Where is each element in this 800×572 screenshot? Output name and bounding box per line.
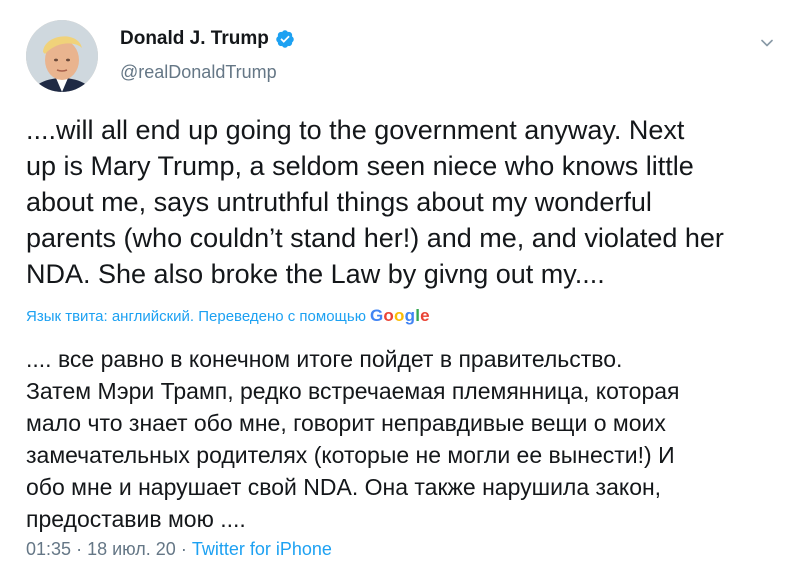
chevron-down-icon[interactable]: [758, 34, 776, 52]
meta-separator: ·: [180, 539, 187, 559]
tweet-meta: 01:35 · 18 июл. 20 · Twitter for iPhone: [26, 539, 332, 560]
tweet-source[interactable]: Twitter for iPhone: [192, 539, 332, 559]
tweet-date[interactable]: 18 июл. 20: [87, 539, 176, 559]
tweet-time[interactable]: 01:35: [26, 539, 71, 559]
display-name[interactable]: Donald J. Trump: [120, 28, 295, 50]
display-name-text: Donald J. Trump: [120, 28, 269, 49]
tweet: Donald J. Trump @realDonaldTrump ....wil…: [0, 0, 800, 572]
translation-note: Язык твита: английский. Переведено с пом…: [26, 308, 366, 325]
google-logo-letter: o: [394, 306, 405, 325]
meta-separator: ·: [76, 539, 83, 559]
google-logo-letter: e: [420, 306, 430, 325]
tweet-text: ....will all end up going to the governm…: [26, 115, 724, 289]
profile-photo: [26, 20, 98, 92]
user-handle[interactable]: @realDonaldTrump: [120, 62, 277, 83]
google-logo-letter: g: [404, 306, 416, 325]
translated-text: .... все равно в конечном итоге пойдет в…: [26, 346, 680, 532]
translation-attribution[interactable]: Язык твита: английский. Переведено с пом…: [26, 306, 430, 326]
google-logo: Google: [370, 306, 430, 326]
avatar[interactable]: [26, 20, 98, 92]
google-logo-letter: G: [369, 306, 384, 325]
google-logo-letter: o: [383, 306, 394, 325]
verified-badge-icon: [275, 29, 295, 49]
